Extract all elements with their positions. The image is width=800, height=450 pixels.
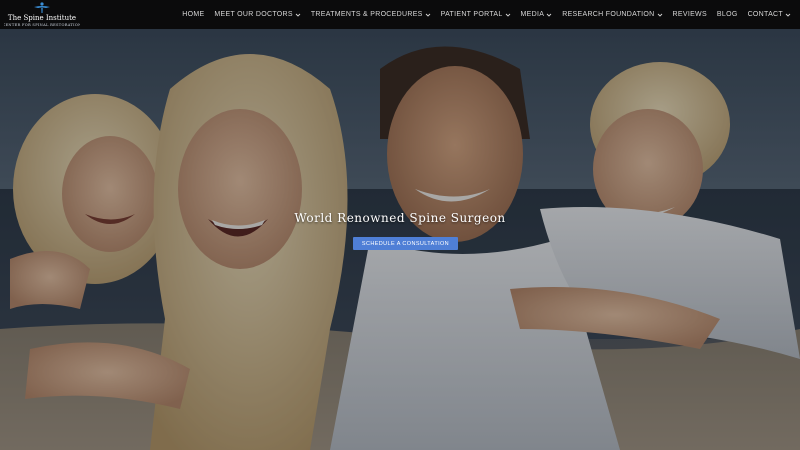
nav-item-label: CONTACT [747, 11, 783, 18]
nav-item-blog[interactable]: BLOG [712, 11, 743, 18]
page: The Spine Institute CENTER FOR SPINAL RE… [0, 0, 800, 450]
logo-title: The Spine Institute [8, 14, 76, 22]
chevron-down-icon [546, 12, 552, 18]
nav-item-label: PATIENT PORTAL [440, 11, 503, 18]
chevron-down-icon [505, 12, 511, 18]
site-logo[interactable]: The Spine Institute CENTER FOR SPINAL RE… [4, 1, 80, 28]
schedule-consultation-button[interactable]: SCHEDULE A CONSULTATION [353, 237, 458, 250]
chevron-down-icon [295, 12, 301, 18]
nav-item-research-foundation[interactable]: RESEARCH FOUNDATION [557, 11, 667, 18]
nav-item-home[interactable]: HOME [177, 11, 209, 18]
logo-subtitle: CENTER FOR SPINAL RESTORATION [4, 23, 80, 27]
chevron-down-icon [425, 12, 431, 18]
nav-item-label: TREATMENTS & PROCEDURES [310, 11, 423, 18]
nav-item-label: MEET OUR DOCTORS [214, 11, 293, 18]
nav-item-patient-portal[interactable]: PATIENT PORTAL [436, 11, 516, 18]
chevron-down-icon [657, 12, 663, 18]
main-nav: HOME MEET OUR DOCTORS TREATMENTS & PROCEDU… [177, 0, 796, 29]
hero-section: World Renowned Spine Surgeon SCHEDULE A … [0, 29, 800, 450]
nav-item-label: RESEARCH FOUNDATION [562, 11, 655, 18]
chevron-down-icon [785, 12, 791, 18]
spine-figure-icon [34, 2, 50, 13]
nav-item-contact[interactable]: CONTACT [743, 11, 796, 18]
hero-title: World Renowned Spine Surgeon [294, 211, 506, 225]
nav-item-label: BLOG [716, 11, 738, 18]
site-header: The Spine Institute CENTER FOR SPINAL RE… [0, 0, 800, 29]
nav-item-meet-our-doctors[interactable]: MEET OUR DOCTORS [209, 11, 305, 18]
nav-item-media[interactable]: MEDIA [516, 11, 558, 18]
nav-item-label: HOME [182, 11, 205, 18]
nav-item-treatments-procedures[interactable]: TREATMENTS & PROCEDURES [306, 11, 436, 18]
nav-item-label: REVIEWS [672, 11, 707, 18]
nav-item-label: MEDIA [520, 11, 545, 18]
nav-item-reviews[interactable]: REVIEWS [668, 11, 712, 18]
